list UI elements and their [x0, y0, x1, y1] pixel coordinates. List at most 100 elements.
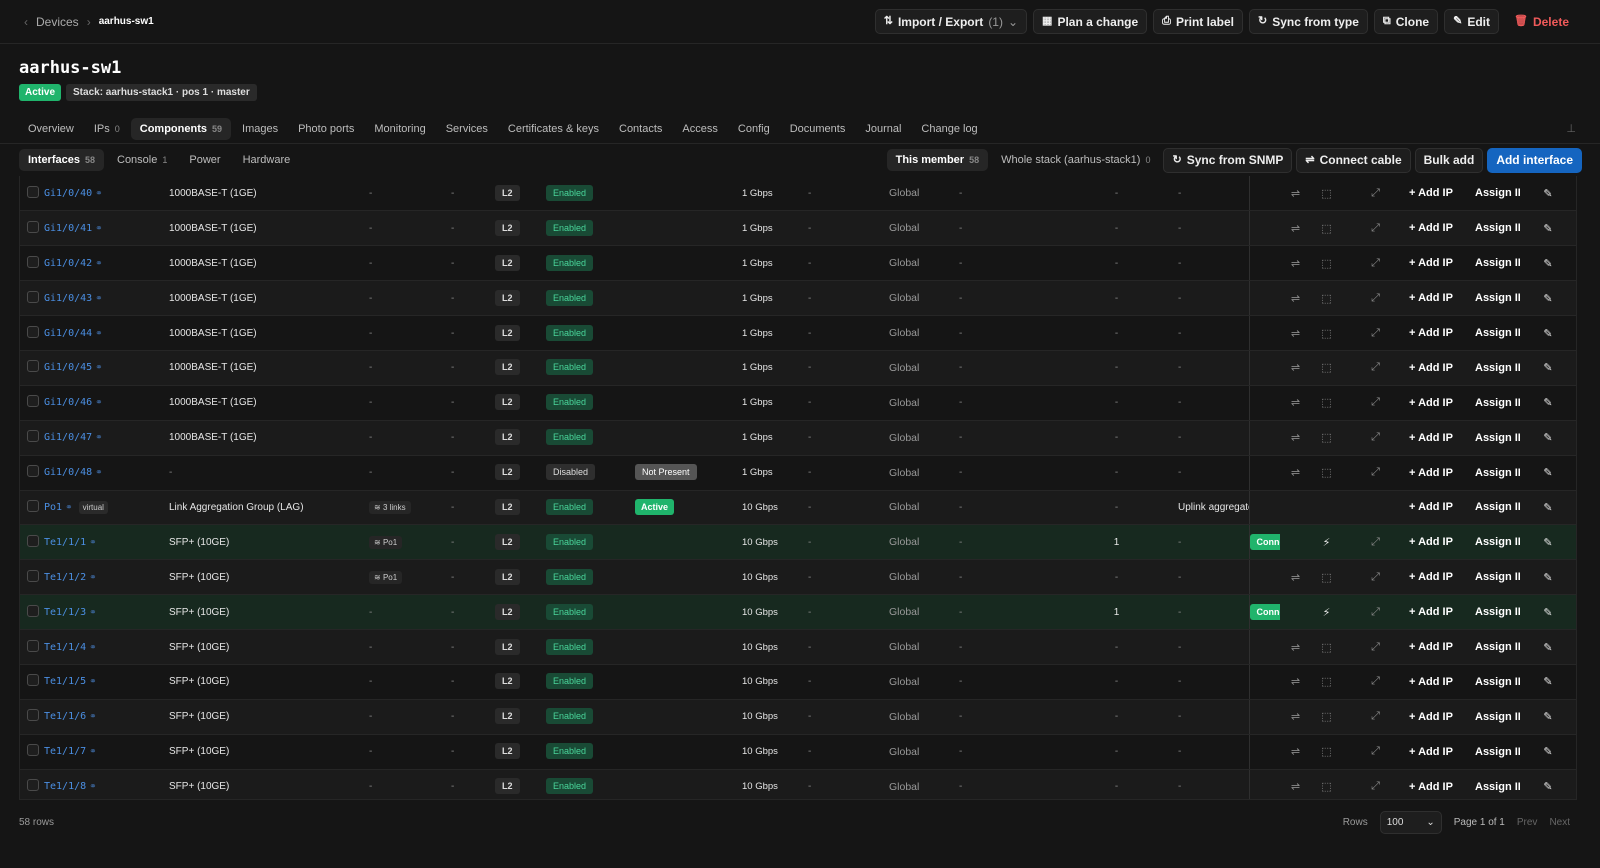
interface-name-link[interactable]: Te1/1/3 — [44, 607, 86, 618]
trace-icon[interactable]: ⤢ — [1371, 536, 1380, 548]
next-button[interactable]: Next — [1549, 817, 1570, 828]
add-ip-button[interactable]: + Add IP — [1409, 467, 1453, 479]
assign-ip-button[interactable]: Assign IP — [1475, 536, 1520, 548]
interface-name-link[interactable]: Te1/1/6 — [44, 711, 86, 722]
trace-icon[interactable]: ⤢ — [1371, 431, 1380, 443]
row-checkbox[interactable] — [27, 744, 39, 757]
add-ip-button[interactable]: + Add IP — [1409, 292, 1453, 304]
tab-config[interactable]: Config — [729, 118, 779, 140]
assign-ip-button[interactable]: Assign IP — [1475, 641, 1520, 653]
row-checkbox[interactable] — [27, 395, 39, 408]
bookmark-icon[interactable]: ⬚ — [1321, 467, 1331, 479]
cable-icon[interactable]: ⇌ — [1291, 676, 1300, 688]
disconnect-icon[interactable]: ⚡ — [1323, 537, 1331, 549]
add-ip-button[interactable]: + Add IP — [1409, 641, 1453, 653]
add-ip-button[interactable]: + Add IP — [1409, 222, 1453, 234]
disconnect-icon[interactable]: ⚡ — [1323, 607, 1331, 619]
subtab-power[interactable]: Power — [180, 149, 229, 171]
assign-ip-button[interactable]: Assign IP — [1475, 222, 1520, 234]
interface-name-link[interactable]: Po1 — [44, 502, 62, 513]
bookmark-icon[interactable]: ⬚ — [1321, 432, 1331, 444]
tab-images[interactable]: Images — [233, 118, 287, 140]
rows-per-page-select[interactable]: 100 ⌄ — [1379, 810, 1442, 834]
row-checkbox[interactable] — [27, 185, 39, 198]
assign-ip-button[interactable]: Assign IP — [1475, 327, 1520, 339]
edit-button[interactable]: ✎ Edit — [1444, 9, 1499, 34]
tab-ips[interactable]: IPs 0 — [85, 118, 129, 140]
assign-ip-button[interactable]: Assign IP — [1475, 711, 1520, 723]
pencil-icon[interactable]: ✎ — [1543, 258, 1552, 270]
row-checkbox[interactable] — [27, 534, 39, 547]
trace-icon[interactable]: ⤢ — [1371, 396, 1380, 408]
pencil-icon[interactable]: ✎ — [1543, 188, 1552, 200]
pencil-icon[interactable]: ✎ — [1543, 676, 1552, 688]
pencil-icon[interactable]: ✎ — [1543, 223, 1552, 235]
cable-icon[interactable]: ⇌ — [1291, 467, 1300, 479]
add-ip-button[interactable]: + Add IP — [1409, 187, 1453, 199]
bookmark-icon[interactable]: ⬚ — [1321, 572, 1331, 584]
trace-icon[interactable]: ⤢ — [1371, 571, 1380, 583]
bookmark-icon[interactable]: ⬚ — [1321, 711, 1331, 723]
row-checkbox[interactable] — [27, 290, 39, 303]
delete-button[interactable]: 🗑 Delete — [1505, 9, 1578, 34]
assign-ip-button[interactable]: Assign IP — [1475, 397, 1520, 409]
interface-name-link[interactable]: Te1/1/4 — [44, 642, 86, 653]
cable-icon[interactable]: ⇌ — [1291, 781, 1300, 793]
cable-icon[interactable]: ⇌ — [1291, 432, 1300, 444]
cable-icon[interactable]: ⇌ — [1291, 642, 1300, 654]
assign-ip-button[interactable]: Assign IP — [1475, 292, 1520, 304]
row-checkbox[interactable] — [27, 255, 39, 268]
trace-icon[interactable]: ⤢ — [1371, 361, 1380, 373]
add-ip-button[interactable]: + Add IP — [1409, 257, 1453, 269]
trace-icon[interactable]: ⤢ — [1371, 710, 1380, 722]
cable-icon[interactable]: ⇌ — [1291, 711, 1300, 723]
bookmark-icon[interactable]: ⬚ — [1321, 676, 1331, 688]
bookmark-icon[interactable]: ⬚ — [1321, 642, 1331, 654]
import-export-button[interactable]: ⇅ Import / Export (1) ⌄ — [874, 9, 1028, 34]
interface-name-link[interactable]: Gi1/0/45 — [44, 362, 92, 373]
add-ip-button[interactable]: + Add IP — [1409, 571, 1453, 583]
interface-name-link[interactable]: Te1/1/5 — [44, 676, 86, 687]
interface-name-link[interactable]: Te1/1/7 — [44, 746, 86, 757]
assign-ip-button[interactable]: Assign IP — [1475, 467, 1520, 479]
add-ip-button[interactable]: + Add IP — [1409, 711, 1453, 723]
add-ip-button[interactable]: + Add IP — [1409, 327, 1453, 339]
assign-ip-button[interactable]: Assign IP — [1475, 362, 1520, 374]
trace-icon[interactable]: ⤢ — [1371, 675, 1380, 687]
cable-icon[interactable]: ⇌ — [1291, 572, 1300, 584]
pencil-icon[interactable]: ✎ — [1543, 397, 1552, 409]
bookmark-icon[interactable]: ⬚ — [1321, 188, 1331, 200]
bookmark-icon[interactable]: ⬚ — [1321, 293, 1331, 305]
bulk-add-button[interactable]: Bulk add — [1414, 147, 1484, 173]
cable-icon[interactable]: ⇌ — [1291, 293, 1300, 305]
cable-icon[interactable]: ⇌ — [1291, 258, 1300, 270]
add-ip-button[interactable]: + Add IP — [1409, 362, 1453, 374]
subtab-hardware[interactable]: Hardware — [234, 149, 300, 171]
subtab-console[interactable]: Console 1 — [108, 149, 176, 171]
bookmark-icon[interactable]: ⬚ — [1321, 362, 1331, 374]
add-ip-button[interactable]: + Add IP — [1409, 606, 1453, 618]
assign-ip-button[interactable]: Assign IP — [1475, 501, 1520, 513]
add-ip-button[interactable]: + Add IP — [1409, 536, 1453, 548]
pencil-icon[interactable]: ✎ — [1543, 537, 1552, 549]
trace-icon[interactable]: ⤢ — [1371, 780, 1380, 792]
sync-from-type-button[interactable]: ↻ Sync from type — [1248, 9, 1368, 34]
interface-name-link[interactable]: Gi1/0/41 — [44, 223, 92, 234]
connection-badge[interactable]: Connected — [1250, 603, 1280, 620]
row-checkbox[interactable] — [27, 360, 39, 373]
cable-icon[interactable]: ⇌ — [1291, 362, 1300, 374]
assign-ip-button[interactable]: Assign IP — [1475, 606, 1520, 618]
trace-icon[interactable]: ⤢ — [1371, 292, 1380, 304]
interface-name-link[interactable]: Gi1/0/44 — [44, 328, 92, 339]
pencil-icon[interactable]: ✎ — [1543, 711, 1552, 723]
subtab-interfaces[interactable]: Interfaces 58 — [19, 149, 104, 171]
row-checkbox[interactable] — [27, 465, 39, 478]
bookmark-icon[interactable]: ⬚ — [1321, 746, 1331, 758]
cable-icon[interactable]: ⇌ — [1291, 397, 1300, 409]
row-checkbox[interactable] — [27, 430, 39, 443]
interface-name-link[interactable]: Te1/1/2 — [44, 572, 86, 583]
tab-monitoring[interactable]: Monitoring — [365, 118, 434, 140]
pencil-icon[interactable]: ✎ — [1543, 607, 1552, 619]
pencil-icon[interactable]: ✎ — [1543, 293, 1552, 305]
add-ip-button[interactable]: + Add IP — [1409, 397, 1453, 409]
